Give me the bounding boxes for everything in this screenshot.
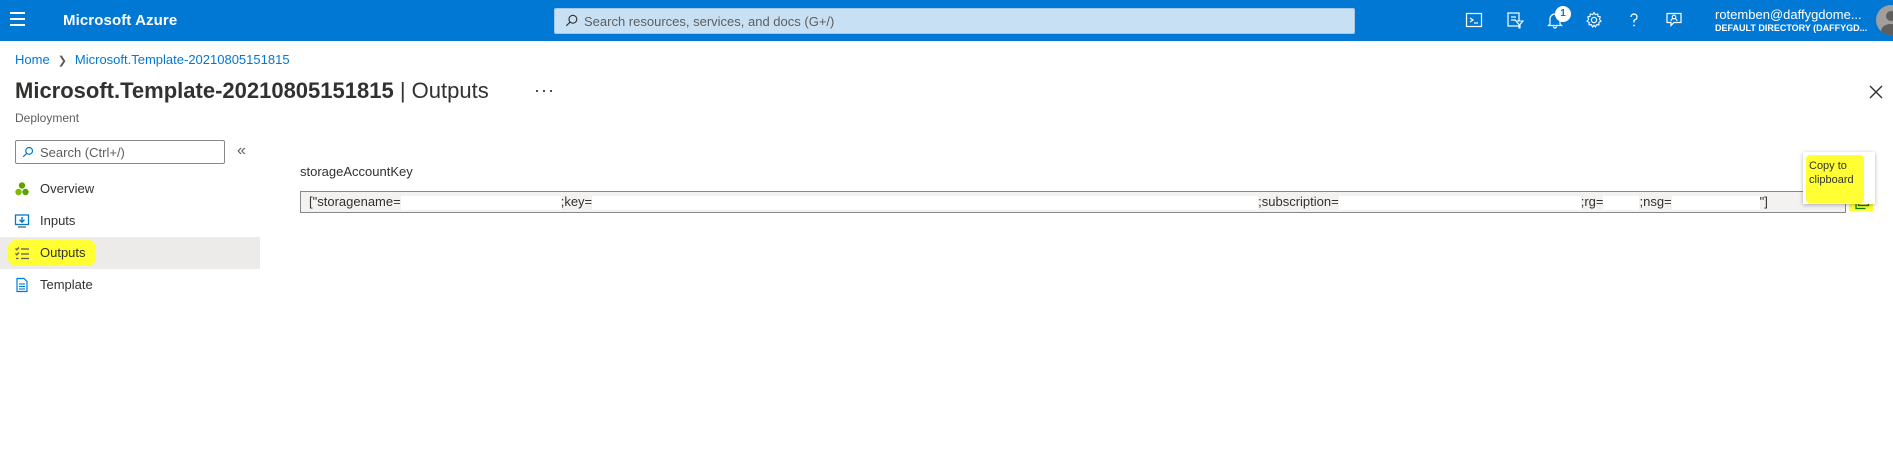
output-value-part: ;subscription= — [1258, 194, 1339, 209]
redacted-segment — [1338, 195, 1581, 210]
page-subtitle: Deployment — [15, 111, 80, 125]
search-icon — [565, 14, 578, 27]
help-icon[interactable] — [1624, 10, 1644, 30]
portal-brand-link[interactable]: Microsoft Azure — [63, 12, 177, 29]
outputs-icon — [15, 247, 29, 260]
sidebar-search-input[interactable] — [40, 141, 220, 163]
close-icon[interactable] — [1868, 84, 1884, 100]
template-icon — [16, 277, 28, 293]
page-title-separator: | — [399, 78, 406, 103]
page-title-section: Outputs — [411, 78, 489, 103]
breadcrumb: Home ❯ Microsoft.Template-20210805151815 — [15, 52, 290, 67]
sidebar-item-label: Template — [40, 277, 93, 292]
output-name-label: storageAccountKey — [300, 164, 413, 179]
account-menu[interactable]: rotemben@daffygdome... DEFAULT DIRECTORY… — [1715, 7, 1867, 33]
breadcrumb-home-link[interactable]: Home — [15, 52, 50, 67]
sidebar-item-inputs[interactable]: Inputs — [0, 205, 260, 237]
hamburger-menu-icon[interactable] — [10, 12, 28, 28]
collapse-sidebar-icon[interactable]: « — [237, 142, 246, 160]
output-value-part: ;nsg= — [1639, 194, 1672, 209]
feedback-icon[interactable] — [1664, 10, 1684, 30]
redacted-segment — [592, 195, 1259, 210]
redacted-segment — [400, 195, 561, 210]
sidebar-item-outputs[interactable]: Outputs — [0, 237, 260, 269]
notification-count-badge: 1 — [1555, 6, 1571, 22]
breadcrumb-chevron-icon: ❯ — [57, 55, 67, 67]
sidebar-item-label: Outputs — [40, 245, 86, 260]
inputs-icon — [14, 214, 30, 228]
output-value-part: ["storagename= — [309, 194, 401, 209]
settings-gear-icon[interactable] — [1584, 10, 1604, 30]
sidebar-item-template[interactable]: Template — [0, 269, 260, 301]
sidebar-item-overview[interactable]: Overview — [0, 173, 260, 205]
user-avatar-icon — [1881, 11, 1893, 35]
sidebar-item-label: Overview — [40, 181, 95, 196]
output-value-part: ;key= — [560, 194, 593, 209]
output-value-part: "] — [1759, 194, 1768, 209]
global-search-box[interactable] — [554, 8, 1355, 34]
overview-icon — [15, 182, 29, 196]
cloud-shell-icon[interactable] — [1464, 10, 1484, 30]
redacted-segment — [1603, 195, 1640, 210]
sidebar-search-box[interactable] — [15, 140, 225, 164]
global-search-input[interactable] — [584, 9, 1344, 33]
page-title-resource-name: Microsoft.Template-20210805151815 — [15, 78, 394, 103]
breadcrumb-deployment-link[interactable]: Microsoft.Template-20210805151815 — [75, 52, 290, 67]
output-value-part: ;rg= — [1580, 194, 1604, 209]
user-email: rotemben@daffygdome... — [1715, 7, 1862, 22]
page-title: Microsoft.Template-20210805151815 | Outp… — [15, 78, 489, 104]
user-directory: DEFAULT DIRECTORY (DAFFYGD... — [1715, 23, 1868, 33]
more-options-icon[interactable]: ··· — [534, 80, 555, 101]
top-navigation-bar: Microsoft Azure 1 r — [0, 0, 1893, 41]
output-value-field[interactable]: ["storagename= ;key= ;subscription= ;rg= ;ns… — [300, 191, 1846, 213]
avatar[interactable] — [1876, 5, 1893, 35]
directory-filter-icon[interactable] — [1505, 10, 1525, 30]
redacted-segment — [1671, 195, 1760, 210]
sidebar-item-label: Inputs — [40, 213, 76, 228]
search-icon — [22, 146, 34, 158]
copy-tooltip: Copy to clipboard — [1803, 152, 1875, 204]
